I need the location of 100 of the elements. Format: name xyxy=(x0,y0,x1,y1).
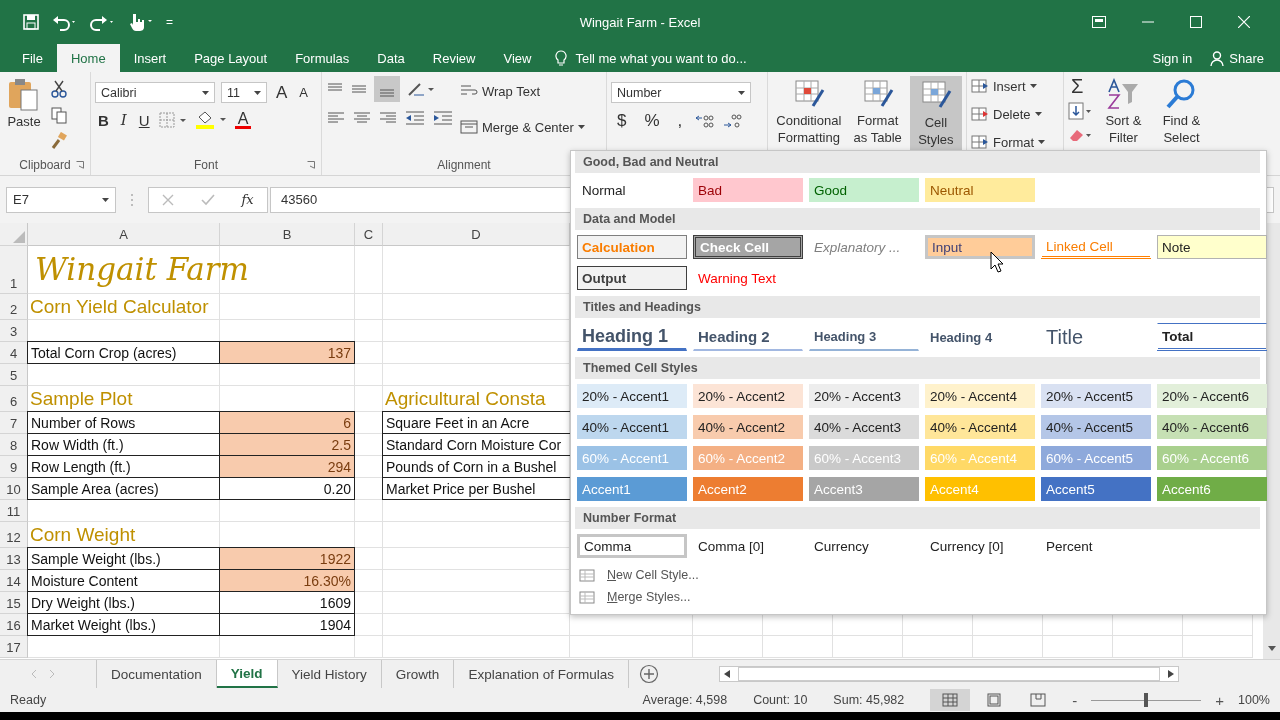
row-header[interactable]: 8 xyxy=(0,434,28,456)
row-header[interactable]: 17 xyxy=(0,636,28,658)
check-icon[interactable] xyxy=(200,193,215,206)
cell-style-option[interactable]: Neutral xyxy=(925,178,1035,202)
cell-style-option[interactable]: Currency [0] xyxy=(925,534,1035,558)
cell-style-option[interactable]: Percent xyxy=(1041,534,1151,558)
grow-font-button[interactable]: A xyxy=(273,82,291,103)
row-header[interactable]: 11 xyxy=(0,500,28,522)
wrap-text-button[interactable]: Wrap Text xyxy=(460,78,585,104)
hand-icon[interactable] xyxy=(128,12,154,32)
cell-style-option[interactable]: Total xyxy=(1157,323,1267,351)
cell-style-option[interactable]: Heading 3 xyxy=(809,323,919,351)
dialog-launcher-icon[interactable] xyxy=(76,161,84,169)
sheet-tab[interactable]: Yield xyxy=(216,660,278,688)
comma-style-button[interactable]: , xyxy=(671,111,689,131)
column-header[interactable]: C xyxy=(355,223,383,246)
decrease-indent-icon[interactable] xyxy=(404,110,426,126)
font-color-button[interactable]: A xyxy=(234,111,252,129)
cell-style-option[interactable]: 20% - Accent2 xyxy=(693,384,803,408)
row-header[interactable]: 15 xyxy=(0,592,28,614)
cell-style-option[interactable]: Input xyxy=(925,235,1035,259)
copy-icon[interactable] xyxy=(50,106,68,124)
insert-function-button[interactable]: fx xyxy=(241,192,254,207)
ribbon-tab[interactable]: View xyxy=(489,44,546,72)
row-header[interactable]: 1 xyxy=(0,246,28,294)
ribbon-tab[interactable]: Home xyxy=(56,44,120,72)
share-button[interactable]: Share xyxy=(1202,44,1280,72)
cell-style-option[interactable]: 40% - Accent4 xyxy=(925,415,1035,439)
zoom-out-button[interactable]: - xyxy=(1068,691,1082,709)
dialog-launcher-icon[interactable] xyxy=(307,161,315,169)
cell-style-option[interactable]: 20% - Accent1 xyxy=(577,384,687,408)
increase-decimal-icon[interactable] xyxy=(694,113,717,129)
cell-style-option[interactable]: Heading 4 xyxy=(925,323,1035,351)
row-header[interactable]: 6 xyxy=(0,386,28,412)
horizontal-scrollbar[interactable] xyxy=(718,666,1179,682)
merge-center-button[interactable]: Merge & Center xyxy=(460,114,585,140)
styles-button[interactable]: Cell Styles xyxy=(909,76,962,150)
column-header[interactable]: B xyxy=(220,223,355,246)
menu-item[interactable]: New Cell Style... xyxy=(607,568,699,582)
font-size-field[interactable]: 11 xyxy=(221,82,267,103)
styles-button[interactable]: Format as Table xyxy=(851,76,904,150)
row-header[interactable]: 2 xyxy=(0,294,28,320)
zoom-in-button[interactable]: + xyxy=(1211,691,1228,709)
cell-style-option[interactable]: Comma xyxy=(577,534,687,558)
ribbon-tab[interactable]: Insert xyxy=(119,44,181,72)
underline-button[interactable]: U xyxy=(135,111,153,129)
row-header[interactable]: 3 xyxy=(0,320,28,342)
shrink-font-button[interactable]: A xyxy=(296,85,311,100)
cell-style-option[interactable]: Comma [0] xyxy=(693,534,803,558)
cell-style-option[interactable]: 40% - Accent2 xyxy=(693,415,803,439)
autosum-button[interactable]: Σ xyxy=(1068,76,1092,96)
cell-style-option[interactable]: Bad xyxy=(693,178,803,202)
ribbon-tab[interactable]: Review xyxy=(418,44,490,72)
zoom-level[interactable]: 100% xyxy=(1238,693,1270,707)
currency-button[interactable]: $ xyxy=(611,111,633,131)
cell-style-option[interactable]: Heading 2 xyxy=(693,323,803,351)
fill-color-icon[interactable] xyxy=(194,111,229,129)
row-header[interactable]: 12 xyxy=(0,522,28,548)
scissors-icon[interactable] xyxy=(50,80,68,98)
decrease-decimal-icon[interactable] xyxy=(722,113,745,129)
font-name-field[interactable]: Calibri xyxy=(95,82,215,103)
cell-style-option[interactable]: 40% - Accent6 xyxy=(1157,415,1267,439)
customize-menu[interactable]: = xyxy=(166,15,173,29)
align-center-icon[interactable] xyxy=(352,110,372,126)
cell-style-option[interactable]: 40% - Accent1 xyxy=(577,415,687,439)
orientation-icon[interactable] xyxy=(406,81,436,97)
tell-me-field[interactable]: Tell me what you want to do... xyxy=(573,49,798,67)
cells-button[interactable]: Format xyxy=(971,132,1046,152)
paste-button[interactable]: Paste xyxy=(4,76,44,131)
column-header[interactable]: D xyxy=(383,223,570,246)
scroll-down-icon[interactable] xyxy=(1267,646,1276,651)
redo-icon[interactable] xyxy=(90,13,116,31)
ribbon-tab[interactable]: Formulas xyxy=(281,44,364,72)
row-header[interactable]: 4 xyxy=(0,342,28,364)
cell-style-option[interactable]: Currency xyxy=(809,534,919,558)
row-header[interactable]: 10 xyxy=(0,478,28,500)
sort-filter-button[interactable]: Sort & Filter xyxy=(1098,76,1149,148)
cell-style-option[interactable]: 20% - Accent5 xyxy=(1041,384,1151,408)
row-header[interactable]: 14 xyxy=(0,570,28,592)
cell-style-option[interactable]: Accent5 xyxy=(1041,477,1151,501)
save-icon[interactable] xyxy=(22,13,40,31)
italic-button[interactable]: I xyxy=(117,111,130,129)
cells-button[interactable]: Delete xyxy=(971,104,1042,124)
name-box[interactable]: E7 xyxy=(6,186,116,213)
cell-style-option[interactable]: Explanatory ... xyxy=(809,235,919,259)
cell-style-option[interactable]: Warning Text xyxy=(693,266,803,290)
drag-handle-icon[interactable] xyxy=(130,192,134,207)
align-right-icon[interactable] xyxy=(378,110,398,126)
ribbon-tab[interactable]: Data xyxy=(363,44,419,72)
undo-icon[interactable] xyxy=(52,13,78,31)
increase-indent-icon[interactable] xyxy=(432,110,454,126)
scroll-right-icon[interactable] xyxy=(1167,670,1174,678)
cell-style-option[interactable]: Heading 1 xyxy=(577,323,687,351)
normal-view-button[interactable] xyxy=(930,689,971,711)
zoom-slider-thumb[interactable] xyxy=(1144,693,1149,707)
ribbon-tab[interactable]: Page Layout xyxy=(180,44,282,72)
cell-style-option[interactable]: 20% - Accent4 xyxy=(925,384,1035,408)
row-header[interactable]: 5 xyxy=(0,364,28,386)
row-header[interactable]: 7 xyxy=(0,412,28,434)
align-left-icon[interactable] xyxy=(326,110,346,126)
